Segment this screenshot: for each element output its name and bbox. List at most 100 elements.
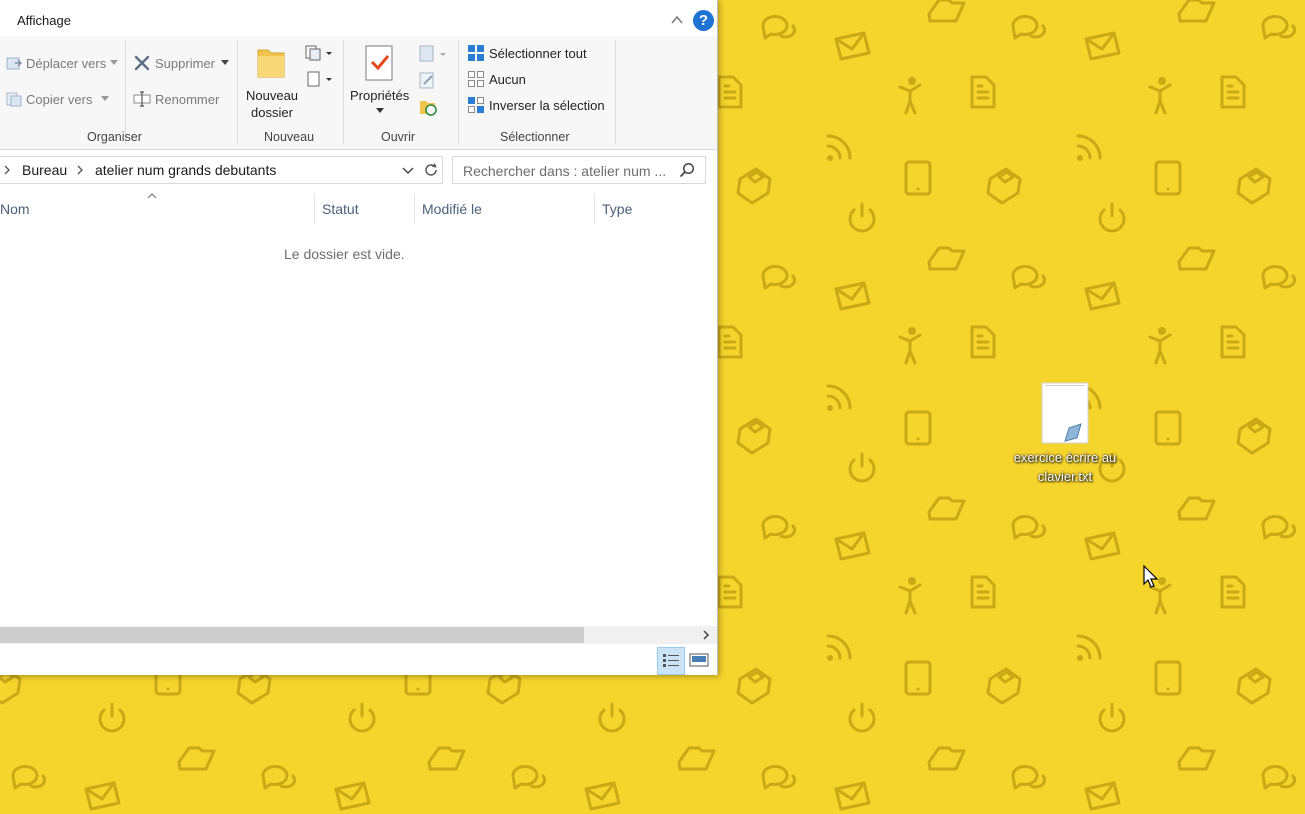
column-header-type[interactable]: Type [602, 201, 632, 217]
search-icon[interactable] [679, 162, 695, 178]
delete-dropdown-icon[interactable] [221, 60, 229, 66]
new-folder-label-1[interactable]: Nouveau [246, 88, 298, 103]
search-box[interactable] [452, 156, 706, 184]
large-icons-view-button[interactable] [686, 647, 712, 673]
wallpaper-person-icon [1148, 327, 1172, 365]
properties-dropdown-icon[interactable] [376, 108, 384, 114]
wallpaper-mail-icon [584, 781, 621, 811]
wallpaper-person-icon [898, 327, 922, 365]
wallpaper-power-icon [98, 702, 126, 733]
properties-icon [365, 45, 393, 81]
search-input[interactable] [461, 160, 680, 182]
help-button[interactable]: ? [693, 10, 714, 31]
wallpaper-tablet-icon [904, 160, 932, 196]
wallpaper-doc-icon [1220, 325, 1246, 359]
desktop-file-label[interactable]: exercice écrire au clavier.txt [1003, 448, 1127, 486]
wallpaper-mail-icon [1084, 31, 1121, 61]
wallpaper-floppy-icon [736, 667, 772, 705]
wallpaper-folder-icon [1177, 746, 1216, 771]
wallpaper-doc-icon [970, 75, 996, 109]
easy-access-icon[interactable] [305, 70, 333, 88]
copy-to-dropdown-icon[interactable] [101, 96, 109, 102]
wallpaper-chat-icon [761, 515, 797, 540]
wallpaper-mail-icon [1084, 281, 1121, 311]
history-icon[interactable] [419, 98, 437, 116]
wallpaper-folder-icon [927, 246, 966, 271]
wallpaper-folder-icon [927, 746, 966, 771]
wallpaper-mail-icon [1084, 531, 1121, 561]
wallpaper-person-icon [1148, 77, 1172, 115]
wallpaper-folder-icon [177, 746, 216, 771]
wallpaper-tablet-icon [904, 410, 932, 446]
move-to-button[interactable]: Déplacer vers [26, 56, 106, 71]
wallpaper-power-icon [348, 702, 376, 733]
column-header-name[interactable]: Nom [0, 201, 30, 217]
wallpaper-mail-icon [1084, 781, 1121, 811]
group-label-ouvrir: Ouvrir [381, 130, 416, 144]
invert-selection-button[interactable]: Inverser la sélection [489, 98, 605, 113]
tab-affichage[interactable]: Affichage [17, 13, 71, 28]
wallpaper-mail-icon [334, 781, 371, 811]
address-history-dropdown-icon[interactable] [402, 167, 414, 175]
breadcrumb-current-folder[interactable]: atelier num grands debutants [95, 162, 276, 178]
group-label-nouveau: Nouveau [264, 130, 315, 144]
wallpaper-tablet-icon [1154, 660, 1182, 696]
new-item-icon[interactable] [305, 44, 333, 62]
wallpaper-doc-icon [970, 325, 996, 359]
breadcrumb-chevron-icon[interactable] [3, 165, 11, 175]
new-folder-label-2[interactable]: dossier [251, 105, 293, 120]
move-to-dropdown-icon[interactable] [110, 60, 118, 66]
wallpaper-power-icon [598, 702, 626, 733]
refresh-icon [425, 163, 437, 176]
collapse-ribbon-icon[interactable] [669, 12, 685, 28]
copy-to-button[interactable]: Copier vers [26, 92, 92, 107]
delete-button[interactable]: Supprimer [155, 56, 215, 71]
wallpaper-folder-icon [1177, 246, 1216, 271]
wallpaper-floppy-icon [736, 167, 772, 205]
wallpaper-chat-icon [1011, 265, 1047, 290]
wallpaper-folder-icon [427, 746, 466, 771]
wallpaper-floppy-icon [1236, 667, 1272, 705]
wallpaper-folder-icon [927, 0, 966, 23]
open-icon[interactable] [419, 45, 449, 63]
move-to-icon [6, 57, 22, 70]
horizontal-scrollbar[interactable] [0, 626, 717, 644]
large-icons-view-icon [689, 653, 709, 667]
details-view-button[interactable] [657, 647, 685, 675]
wallpaper-floppy-icon [986, 167, 1022, 205]
wallpaper-folder-icon [677, 746, 716, 771]
rename-button[interactable]: Renommer [155, 92, 219, 107]
wallpaper-power-icon [1098, 202, 1126, 233]
select-none-icon [468, 71, 484, 87]
wallpaper-person-icon [898, 577, 922, 615]
column-header-status[interactable]: Statut [322, 201, 359, 217]
edit-icon[interactable] [419, 71, 437, 89]
wallpaper-rss-icon [826, 634, 852, 661]
select-all-icon [468, 45, 484, 61]
column-header-modified[interactable]: Modifié le [422, 201, 482, 217]
wallpaper-floppy-icon [736, 417, 772, 455]
wallpaper-power-icon [1098, 702, 1126, 733]
breadcrumb-chevron-icon[interactable] [76, 165, 84, 175]
group-label-organiser: Organiser [87, 130, 142, 144]
mouse-cursor-icon [1143, 565, 1159, 588]
wallpaper-rss-icon [1076, 134, 1102, 161]
select-all-button[interactable]: Sélectionner tout [489, 46, 587, 61]
wallpaper-chat-icon [1261, 515, 1297, 540]
address-bar[interactable]: Bureau atelier num grands debutants [0, 156, 422, 184]
delete-icon [134, 55, 150, 71]
wallpaper-chat-icon [1261, 15, 1297, 40]
select-none-button[interactable]: Aucun [489, 72, 526, 87]
wallpaper-mail-icon [834, 531, 871, 561]
wallpaper-chat-icon [1261, 265, 1297, 290]
properties-button[interactable]: Propriétés [350, 88, 409, 103]
scroll-right-icon[interactable] [702, 630, 710, 640]
wallpaper-folder-icon [1177, 496, 1216, 521]
empty-folder-message: Le dossier est vide. [284, 246, 405, 262]
wallpaper-rss-icon [1076, 634, 1102, 661]
wallpaper-doc-icon [717, 575, 743, 609]
wallpaper-chat-icon [11, 765, 47, 790]
breadcrumb-bureau[interactable]: Bureau [22, 162, 67, 178]
scrollbar-thumb[interactable] [0, 627, 584, 643]
refresh-button[interactable] [420, 156, 443, 184]
